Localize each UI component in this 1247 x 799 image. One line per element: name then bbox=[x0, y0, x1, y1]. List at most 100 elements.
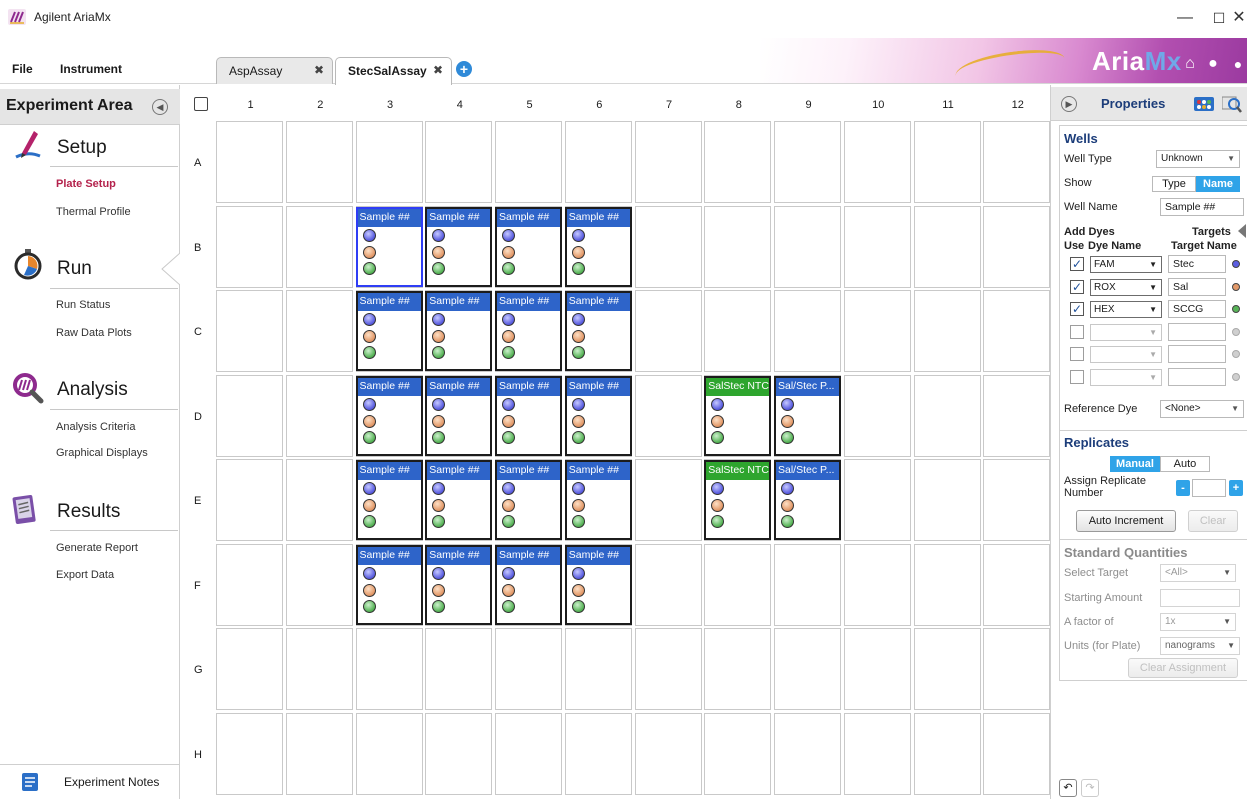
column-header[interactable]: 9 bbox=[774, 99, 843, 111]
dye-name-select[interactable]: FAM ▼ bbox=[1090, 256, 1162, 273]
empty-well[interactable] bbox=[913, 374, 981, 457]
menu-file[interactable]: File bbox=[12, 62, 33, 76]
column-header[interactable]: 12 bbox=[983, 99, 1052, 111]
empty-well[interactable] bbox=[913, 290, 981, 372]
empty-well[interactable] bbox=[285, 628, 353, 710]
empty-well[interactable] bbox=[983, 628, 1051, 710]
well-type-select[interactable]: Unknown ▼ bbox=[1156, 150, 1240, 168]
column-header[interactable]: 6 bbox=[565, 99, 634, 111]
target-name-input[interactable]: Stec bbox=[1168, 255, 1226, 273]
well-name-input[interactable]: Sample ## bbox=[1160, 198, 1244, 216]
dye-name-select[interactable]: ▼ bbox=[1090, 323, 1162, 341]
empty-well[interactable] bbox=[355, 121, 423, 203]
increment-button[interactable]: + bbox=[1229, 480, 1243, 496]
well-F3[interactable]: Sample ## bbox=[355, 544, 423, 625]
empty-well[interactable] bbox=[774, 543, 841, 626]
empty-well[interactable] bbox=[216, 374, 283, 457]
dye-name-select[interactable]: ▼ bbox=[1090, 368, 1162, 386]
empty-well[interactable] bbox=[983, 374, 1051, 457]
empty-well[interactable] bbox=[216, 290, 283, 372]
nav-graphical-displays[interactable]: Graphical Displays bbox=[56, 447, 148, 459]
empty-well[interactable] bbox=[704, 543, 772, 626]
empty-well[interactable] bbox=[913, 205, 981, 288]
empty-well[interactable] bbox=[843, 628, 911, 710]
empty-well[interactable] bbox=[216, 628, 283, 710]
well-F6[interactable]: Sample ## bbox=[564, 544, 632, 625]
empty-well[interactable] bbox=[216, 205, 283, 288]
replicates-auto-toggle[interactable]: Auto bbox=[1160, 456, 1210, 472]
well-C6[interactable]: Sample ## bbox=[564, 291, 632, 371]
row-header[interactable]: G bbox=[194, 664, 204, 676]
starting-amount-input[interactable] bbox=[1160, 589, 1240, 607]
well-C5[interactable]: Sample ## bbox=[495, 291, 562, 371]
empty-well[interactable] bbox=[843, 374, 911, 457]
row-header[interactable]: A bbox=[194, 157, 204, 169]
empty-well[interactable] bbox=[634, 205, 702, 288]
empty-well[interactable] bbox=[216, 459, 283, 541]
empty-well[interactable] bbox=[913, 121, 981, 203]
tab-stecsalassay[interactable]: StecSalAssay ✖ bbox=[335, 57, 452, 85]
add-tab-icon[interactable]: + bbox=[456, 61, 472, 77]
redo-button[interactable]: ↷ bbox=[1081, 779, 1099, 797]
column-header[interactable]: 3 bbox=[356, 99, 425, 111]
target-name-input[interactable] bbox=[1168, 345, 1226, 363]
empty-well[interactable] bbox=[913, 543, 981, 626]
units-select[interactable]: nanograms ▼ bbox=[1160, 637, 1240, 655]
replicates-manual-toggle[interactable]: Manual bbox=[1110, 456, 1160, 472]
dye-use-checkbox[interactable]: ✓ bbox=[1070, 279, 1084, 294]
empty-well[interactable] bbox=[843, 712, 911, 795]
empty-well[interactable] bbox=[495, 628, 562, 710]
dye-use-checkbox[interactable] bbox=[1070, 347, 1084, 361]
empty-well[interactable] bbox=[495, 712, 562, 795]
empty-well[interactable] bbox=[843, 543, 911, 626]
empty-well[interactable] bbox=[355, 712, 423, 795]
expand-panel-icon[interactable]: ▶ bbox=[1061, 96, 1077, 112]
empty-well[interactable] bbox=[216, 543, 283, 626]
row-header[interactable]: E bbox=[194, 495, 204, 507]
target-name-input[interactable]: SCCG bbox=[1168, 300, 1226, 318]
well-F5[interactable]: Sample ## bbox=[495, 544, 562, 625]
show-type-toggle[interactable]: Type bbox=[1152, 176, 1196, 192]
dye-use-checkbox[interactable]: ✓ bbox=[1070, 302, 1084, 316]
well-D5[interactable]: Sample ## bbox=[495, 375, 562, 456]
empty-well[interactable] bbox=[634, 543, 702, 626]
empty-well[interactable] bbox=[216, 712, 283, 795]
empty-well[interactable] bbox=[983, 205, 1051, 288]
empty-well[interactable] bbox=[425, 628, 493, 710]
empty-well[interactable] bbox=[634, 712, 702, 795]
tab-aspassay[interactable]: AspAssay ✖ bbox=[216, 57, 333, 84]
empty-well[interactable] bbox=[913, 712, 981, 795]
well-D9[interactable]: Sal/Stec P... bbox=[774, 375, 841, 456]
empty-well[interactable] bbox=[425, 121, 493, 203]
empty-well[interactable] bbox=[634, 121, 702, 203]
well-E4[interactable]: Sample ## bbox=[425, 460, 493, 540]
select-all-checkbox[interactable] bbox=[194, 97, 208, 111]
tab-close-icon[interactable]: ✖ bbox=[433, 63, 443, 77]
well-E3[interactable]: Sample ## bbox=[355, 460, 423, 540]
experiment-notes-bar[interactable]: Experiment Notes bbox=[0, 764, 180, 799]
well-E9[interactable]: Sal/Stec P... bbox=[774, 460, 841, 540]
empty-well[interactable] bbox=[704, 205, 772, 288]
empty-well[interactable] bbox=[285, 290, 353, 372]
empty-well[interactable] bbox=[564, 712, 632, 795]
well-E6[interactable]: Sample ## bbox=[564, 460, 632, 540]
column-header[interactable]: 10 bbox=[844, 99, 913, 111]
close-button[interactable]: ✕ bbox=[1227, 6, 1247, 30]
decrement-button[interactable]: - bbox=[1176, 480, 1190, 496]
dye-use-checkbox[interactable]: ✓ bbox=[1070, 257, 1084, 271]
replicate-number-input[interactable] bbox=[1192, 479, 1226, 497]
menu-instrument[interactable]: Instrument bbox=[60, 62, 122, 76]
empty-well[interactable] bbox=[913, 459, 981, 541]
empty-well[interactable] bbox=[634, 374, 702, 457]
well-B4[interactable]: Sample ## bbox=[425, 206, 493, 287]
collapse-panel-icon[interactable]: ◀ bbox=[152, 99, 168, 115]
empty-well[interactable] bbox=[983, 290, 1051, 372]
empty-well[interactable] bbox=[564, 121, 632, 203]
empty-well[interactable] bbox=[704, 290, 772, 372]
factor-select[interactable]: 1x ▼ bbox=[1160, 613, 1236, 631]
row-header[interactable]: H bbox=[194, 749, 204, 761]
empty-well[interactable] bbox=[774, 205, 841, 288]
empty-well[interactable] bbox=[774, 628, 841, 710]
nav-run-status[interactable]: Run Status bbox=[56, 299, 110, 311]
empty-well[interactable] bbox=[774, 121, 841, 203]
